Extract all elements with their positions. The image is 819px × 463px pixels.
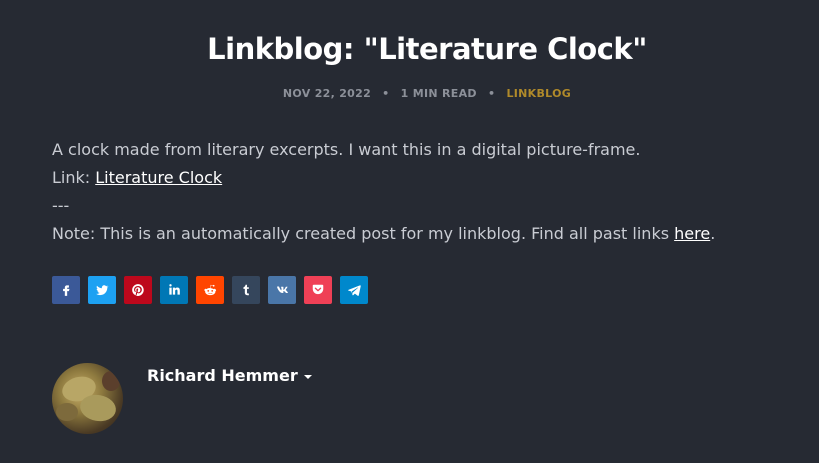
post-title: Linkblog: "Literature Clock" (207, 32, 647, 66)
post-meta: NOV 22, 2022 • 1 MIN READ • LINKBLOG (0, 87, 819, 100)
twitter-share-button[interactable] (88, 276, 116, 304)
post-date: NOV 22, 2022 (282, 87, 372, 100)
facebook-share-button[interactable] (52, 276, 80, 304)
link-line: Link: Literature Clock (52, 164, 792, 192)
author-name-dropdown[interactable]: Richard Hemmer (147, 366, 312, 385)
telegram-icon (348, 285, 361, 296)
meta-separator: • (382, 87, 390, 100)
content-line: A clock made from literary excerpts. I w… (52, 140, 641, 159)
link-prefix: Link: (52, 168, 96, 187)
meta-separator: • (487, 87, 496, 100)
post-content: A clock made from literary excerpts. I w… (52, 136, 792, 248)
literature-clock-link[interactable]: Literature Clock (95, 168, 222, 187)
linkedin-icon (169, 284, 180, 295)
pinterest-icon (132, 284, 144, 296)
tag-link[interactable]: LINKBLOG (506, 87, 571, 100)
note-suffix: . (710, 224, 716, 243)
note-line: Note: This is an automatically created p… (52, 220, 792, 248)
separator-line: --- (52, 196, 70, 215)
pocket-icon (312, 284, 324, 295)
caret-down-icon (303, 374, 312, 379)
telegram-share-button[interactable] (340, 276, 368, 304)
reddit-share-button[interactable] (196, 276, 224, 304)
vk-share-button[interactable] (268, 276, 296, 304)
pocket-share-button[interactable] (304, 276, 332, 304)
avatar[interactable] (52, 363, 123, 434)
reddit-icon (204, 284, 217, 296)
linkedin-share-button[interactable] (160, 276, 188, 304)
read-time: 1 MIN READ (400, 87, 477, 100)
tumblr-share-button[interactable] (232, 276, 260, 304)
author-card: Richard Hemmer (52, 363, 312, 434)
twitter-icon (96, 285, 109, 296)
facebook-icon (63, 285, 70, 296)
author-name: Richard Hemmer (147, 366, 298, 385)
vk-icon (277, 286, 288, 293)
past-links-link[interactable]: here (674, 224, 710, 243)
pinterest-share-button[interactable] (124, 276, 152, 304)
note-text: Note: This is an automatically created p… (52, 224, 675, 243)
tumblr-icon (243, 284, 249, 296)
share-buttons (52, 276, 368, 304)
